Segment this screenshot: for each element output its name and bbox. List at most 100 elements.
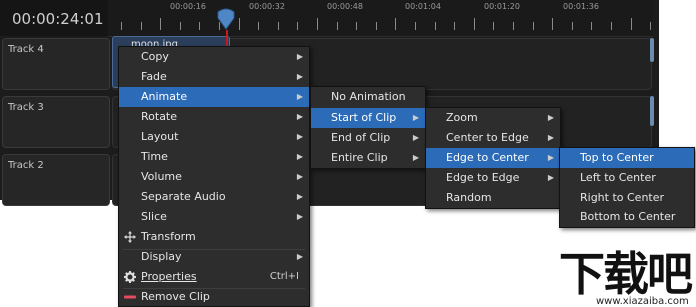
track-label: Track 4 xyxy=(8,44,44,55)
menu-item-top-to-center[interactable]: Top to Center xyxy=(560,148,694,168)
menu-item-label: Right to Center xyxy=(580,191,665,204)
menu-item-label: Remove Clip xyxy=(141,290,210,303)
ruler-tick xyxy=(493,22,495,30)
menu-item-volume[interactable]: Volume ▶ xyxy=(119,167,309,187)
menu-item-fade[interactable]: Fade ▶ xyxy=(119,67,309,87)
submenu-arrow-icon: ▶ xyxy=(547,133,554,142)
menu-item-no-animation[interactable]: No Animation xyxy=(311,87,425,107)
menu-item-display[interactable]: Display ▶ xyxy=(119,247,309,267)
menu-item-label: Properties xyxy=(141,270,197,283)
menu-item-label: Slice xyxy=(141,210,167,223)
menu-item-layout[interactable]: Layout ▶ xyxy=(119,127,309,147)
menu-item-remove-clip[interactable]: Remove Clip xyxy=(119,287,309,307)
edge-to-center-submenu: Top to Center Left to Center Right to Ce… xyxy=(559,147,695,228)
menu-item-entire-clip[interactable]: Entire Clip ▶ xyxy=(311,148,425,168)
menu-item-label: Fade xyxy=(141,70,167,83)
ruler-tick xyxy=(650,22,652,30)
menu-item-animate[interactable]: Animate ▶ xyxy=(119,87,309,107)
ruler-label: 00:00:16 xyxy=(170,2,206,11)
menu-item-rotate[interactable]: Rotate ▶ xyxy=(119,107,309,127)
menu-item-separate-audio[interactable]: Separate Audio ▶ xyxy=(119,187,309,207)
ruler-tick xyxy=(160,18,162,30)
menu-item-label: Time xyxy=(141,150,168,163)
menu-item-zoom[interactable]: Zoom ▶ xyxy=(426,108,560,128)
submenu-arrow-icon: ▶ xyxy=(296,72,303,81)
track-header-2[interactable]: Track 2 xyxy=(2,154,110,206)
menu-item-end-of-clip[interactable]: End of Clip ▶ xyxy=(311,128,425,148)
ruler-tick xyxy=(532,22,534,30)
submenu-arrow-icon: ▶ xyxy=(412,113,419,122)
ruler-tick xyxy=(121,22,122,30)
submenu-arrow-icon: ▶ xyxy=(296,252,303,261)
menu-item-time[interactable]: Time ▶ xyxy=(119,147,309,167)
submenu-arrow-icon: ▶ xyxy=(296,212,303,221)
logo-url: www.xiazaiba.com xyxy=(596,296,689,307)
ruler-tick xyxy=(258,22,260,30)
menu-item-slice[interactable]: Slice ▶ xyxy=(119,207,309,227)
start-of-clip-submenu: Zoom ▶ Center to Edge ▶ Edge to Center ▶ Ed… xyxy=(425,107,561,209)
logo-text: 下载吧 xyxy=(559,247,693,301)
vertical-scrollbar-thumb[interactable] xyxy=(650,96,654,126)
shortcut-label: Ctrl+I xyxy=(269,271,299,282)
menu-item-transform[interactable]: Transform xyxy=(119,227,309,247)
submenu-arrow-icon: ▶ xyxy=(547,173,554,182)
menu-item-right-to-center[interactable]: Right to Center xyxy=(560,188,694,208)
menu-item-edge-to-center[interactable]: Edge to Center ▶ xyxy=(426,148,560,168)
menu-item-label: Display xyxy=(141,250,182,263)
submenu-arrow-icon: ▶ xyxy=(412,153,419,162)
remove-icon xyxy=(124,295,136,299)
submenu-arrow-icon: ▶ xyxy=(296,52,303,61)
menu-item-copy[interactable]: Copy ▶ xyxy=(119,47,309,67)
move-icon xyxy=(124,231,136,243)
menu-item-bottom-to-center[interactable]: Bottom to Center xyxy=(560,207,694,227)
ruler-tick xyxy=(317,18,318,30)
ruler-label: 00:00:32 xyxy=(249,2,285,11)
ruler-tick xyxy=(140,22,142,30)
menu-item-left-to-center[interactable]: Left to Center xyxy=(560,168,694,188)
track-label: Track 2 xyxy=(8,160,44,171)
menu-item-label: Zoom xyxy=(446,111,478,124)
menu-item-label: No Animation xyxy=(331,90,406,103)
ruler-tick xyxy=(179,22,181,30)
submenu-arrow-icon: ▶ xyxy=(296,92,303,101)
ruler-tick xyxy=(630,18,632,30)
ruler-tick xyxy=(199,22,201,30)
menu-item-edge-to-edge[interactable]: Edge to Edge ▶ xyxy=(426,168,560,188)
menu-item-center-to-edge[interactable]: Center to Edge ▶ xyxy=(426,128,560,148)
ruler-tick xyxy=(375,22,377,30)
playhead-marker-icon[interactable] xyxy=(217,8,235,30)
ruler-tick xyxy=(297,22,299,30)
menu-item-label: Transform xyxy=(141,230,196,243)
menu-item-label: Animate xyxy=(141,90,188,103)
track-label: Track 3 xyxy=(8,102,44,113)
ruler-tick xyxy=(238,18,240,30)
menu-item-start-of-clip[interactable]: Start of Clip ▶ xyxy=(311,108,425,128)
ruler-label: 00:01:36 xyxy=(563,2,599,11)
track-header-4[interactable]: Track 4 xyxy=(2,38,110,90)
menu-item-properties[interactable]: Properties Ctrl+I xyxy=(119,267,309,287)
ruler-tick xyxy=(611,22,612,30)
menu-item-label: Bottom to Center xyxy=(580,210,676,223)
submenu-arrow-icon: ▶ xyxy=(296,172,303,181)
menu-item-label: Separate Audio xyxy=(141,190,226,203)
submenu-arrow-icon: ▶ xyxy=(547,153,554,162)
menu-item-label: Volume xyxy=(141,170,182,183)
ruler-label: 00:01:04 xyxy=(405,2,441,11)
ruler-label: 00:01:20 xyxy=(484,2,520,11)
animate-submenu: No Animation Start of Clip ▶ End of Clip ▶… xyxy=(310,86,426,169)
submenu-arrow-icon: ▶ xyxy=(547,113,554,122)
submenu-arrow-icon: ▶ xyxy=(296,132,303,141)
menu-item-label: Random xyxy=(446,191,492,204)
ruler-tick xyxy=(591,22,593,30)
menu-item-random[interactable]: Random xyxy=(426,188,560,208)
timecode-display: 00:00:24:01 xyxy=(0,0,108,36)
submenu-arrow-icon: ▶ xyxy=(296,192,303,201)
track-header-3[interactable]: Track 3 xyxy=(2,96,110,148)
ruler-tick xyxy=(513,22,514,30)
ruler-tick xyxy=(356,22,358,30)
clip-context-menu: Copy ▶ Fade ▶ Animate ▶ Rotate ▶ Layout ▶ Tim… xyxy=(118,46,310,307)
ruler-tick xyxy=(434,22,436,30)
submenu-arrow-icon: ▶ xyxy=(412,133,419,142)
timeline-ruler[interactable]: 00:00:16 00:00:32 00:00:48 00:01:04 00:0… xyxy=(108,0,653,37)
vertical-scrollbar[interactable] xyxy=(650,38,654,62)
